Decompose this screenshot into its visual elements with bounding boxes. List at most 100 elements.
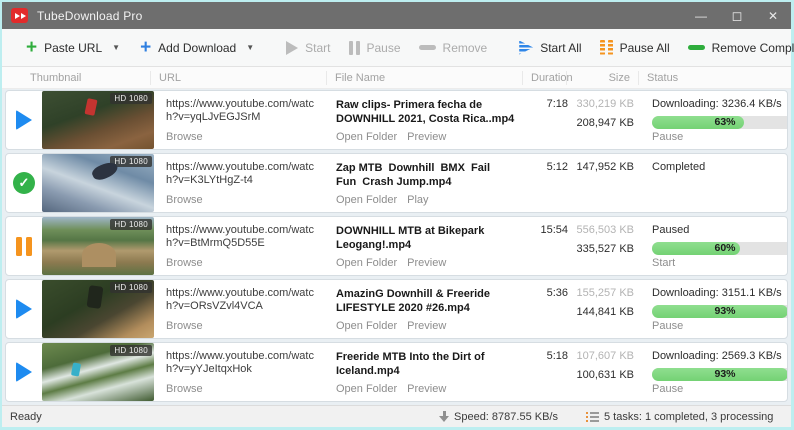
video-thumbnail: HD 1080 <box>42 343 154 401</box>
table-header: Thumbnail URL File Name Duration Size St… <box>2 67 791 89</box>
video-thumbnail: HD 1080 <box>42 154 154 212</box>
column-header-status[interactable]: Status <box>638 70 791 85</box>
status-bar: Ready Speed: 8787.55 KB/s 5 tasks: 1 com… <box>2 405 791 427</box>
file-name: DOWNHILL MTB at Bikepark Leogang!.mp4 <box>336 225 488 251</box>
size-downloaded: 335,527 KB <box>576 243 635 255</box>
remove-completed-button[interactable]: Remove Completed ▼ <box>682 36 794 60</box>
add-download-button[interactable]: + Add Download ▼ <box>134 36 260 60</box>
start-all-icon <box>519 40 534 55</box>
hd-badge: HD 1080 <box>110 345 152 356</box>
pause-button[interactable]: Pause <box>343 36 407 60</box>
size-total: 107,607 KB <box>576 350 635 362</box>
tasks-list-icon <box>586 412 599 422</box>
plus-icon: + <box>26 36 38 58</box>
pause-link[interactable]: Pause <box>652 320 683 332</box>
open-folder-link[interactable]: Open Folder <box>336 383 397 395</box>
play-link[interactable]: Play <box>407 194 428 206</box>
completed-check-icon: ✓ <box>13 172 35 194</box>
paste-url-button[interactable]: + Paste URL ▼ <box>20 36 126 60</box>
size-downloaded: 208,947 KB <box>576 117 635 129</box>
start-button[interactable]: Start <box>280 36 336 60</box>
duration: 15:54 <box>540 224 568 236</box>
video-url: https://www.youtube.com/watch?v=yqLJvEGJ… <box>166 98 314 123</box>
start-all-button[interactable]: Start All <box>513 36 587 60</box>
open-folder-link[interactable]: Open Folder <box>336 131 397 143</box>
ready-status: Ready <box>10 410 42 423</box>
size-downloaded: 144,841 KB <box>576 306 635 318</box>
download-row[interactable]: ✓ HD 1080 https://www.youtube.com/watch?… <box>5 153 788 213</box>
download-speed-icon <box>439 410 449 423</box>
size-total: 556,503 KB <box>576 224 635 236</box>
preview-link[interactable]: Preview <box>407 320 446 332</box>
status-text: Completed <box>652 161 706 173</box>
progress-bar: 93% <box>652 305 787 318</box>
browse-link[interactable]: Browse <box>166 383 203 395</box>
app-title: TubeDownload Pro <box>37 8 143 23</box>
chevron-down-icon[interactable]: ▼ <box>246 43 254 52</box>
duration: 5:36 <box>546 287 568 299</box>
hd-badge: HD 1080 <box>110 282 152 293</box>
browse-link[interactable]: Browse <box>166 320 203 332</box>
video-thumbnail: HD 1080 <box>42 217 154 275</box>
file-name: Zap MTB Downhill BMX Fail Fun Crash Jump… <box>336 162 497 188</box>
browse-link[interactable]: Browse <box>166 257 203 269</box>
column-header-url[interactable]: URL <box>150 70 326 85</box>
maximize-button[interactable]: ◻ <box>719 2 755 29</box>
status-text: Downloading: 2569.3 KB/s <box>652 350 782 362</box>
size-downloaded: 100,631 KB <box>576 369 635 381</box>
download-row[interactable]: HD 1080 https://www.youtube.com/watch?v=… <box>5 216 788 276</box>
browse-link[interactable]: Browse <box>166 194 203 206</box>
status-text: Paused <box>652 224 690 236</box>
status-text: Downloading: 3236.4 KB/s <box>652 98 782 110</box>
file-name: Raw clips- Primera fecha de DOWNHILL 202… <box>336 99 515 125</box>
column-header-size[interactable]: Size <box>566 70 638 85</box>
paused-icon <box>16 236 32 256</box>
start-link[interactable]: Start <box>652 257 675 269</box>
download-row[interactable]: HD 1080 https://www.youtube.com/watch?v=… <box>5 342 788 402</box>
remove-button[interactable]: Remove <box>413 36 494 60</box>
remove-completed-icon <box>687 45 705 50</box>
size-total: 330,219 KB <box>576 98 635 110</box>
pause-link[interactable]: Pause <box>652 383 683 395</box>
progress-bar: 60% <box>652 242 787 255</box>
pause-icon <box>348 40 360 55</box>
download-row[interactable]: HD 1080 https://www.youtube.com/watch?v=… <box>5 279 788 339</box>
video-thumbnail: HD 1080 <box>42 91 154 149</box>
preview-link[interactable]: Preview <box>407 257 446 269</box>
column-header-thumbnail[interactable]: Thumbnail <box>2 71 150 85</box>
open-folder-link[interactable]: Open Folder <box>336 320 397 332</box>
plus-icon: + <box>140 36 152 58</box>
preview-link[interactable]: Preview <box>407 131 446 143</box>
video-thumbnail: HD 1080 <box>42 280 154 338</box>
titlebar: TubeDownload Pro — ◻ ✕ <box>2 2 791 29</box>
preview-link[interactable]: Preview <box>407 383 446 395</box>
progress-bar: 63% <box>652 116 787 129</box>
progress-label: 93% <box>714 305 736 317</box>
column-header-file-name[interactable]: File Name <box>326 70 522 85</box>
download-row[interactable]: HD 1080 https://www.youtube.com/watch?v=… <box>5 90 788 150</box>
play-icon <box>286 40 299 55</box>
progress-label: 63% <box>714 116 736 128</box>
tasks-text: 5 tasks: 1 completed, 3 processing <box>604 410 774 423</box>
pause-all-button[interactable]: Pause All <box>594 35 676 60</box>
pause-link[interactable]: Pause <box>652 131 683 143</box>
minimize-button[interactable]: — <box>683 2 719 29</box>
download-list: HD 1080 https://www.youtube.com/watch?v=… <box>2 89 791 405</box>
chevron-down-icon[interactable]: ▼ <box>112 43 120 52</box>
column-header-duration[interactable]: Duration <box>522 70 573 85</box>
size-total: 155,257 KB <box>576 287 635 299</box>
browse-link[interactable]: Browse <box>166 131 203 143</box>
hd-badge: HD 1080 <box>110 93 152 104</box>
video-url: https://www.youtube.com/watch?v=yYJeItqx… <box>166 350 314 375</box>
file-name: AmazinG Downhill & Freeride LIFESTYLE 20… <box>336 288 494 314</box>
open-folder-link[interactable]: Open Folder <box>336 194 397 206</box>
file-name: Freeride MTB Into the Dirt of Iceland.mp… <box>336 351 488 377</box>
close-button[interactable]: ✕ <box>755 2 791 29</box>
status-text: Downloading: 3151.1 KB/s <box>652 287 782 299</box>
toolbar: + Paste URL ▼ + Add Download ▼ Start Pau… <box>2 29 794 67</box>
open-folder-link[interactable]: Open Folder <box>336 257 397 269</box>
downloading-play-icon <box>16 362 32 382</box>
video-url: https://www.youtube.com/watch?v=ORsVZvl4… <box>166 287 314 312</box>
remove-icon <box>418 45 436 50</box>
duration: 7:18 <box>546 98 568 110</box>
